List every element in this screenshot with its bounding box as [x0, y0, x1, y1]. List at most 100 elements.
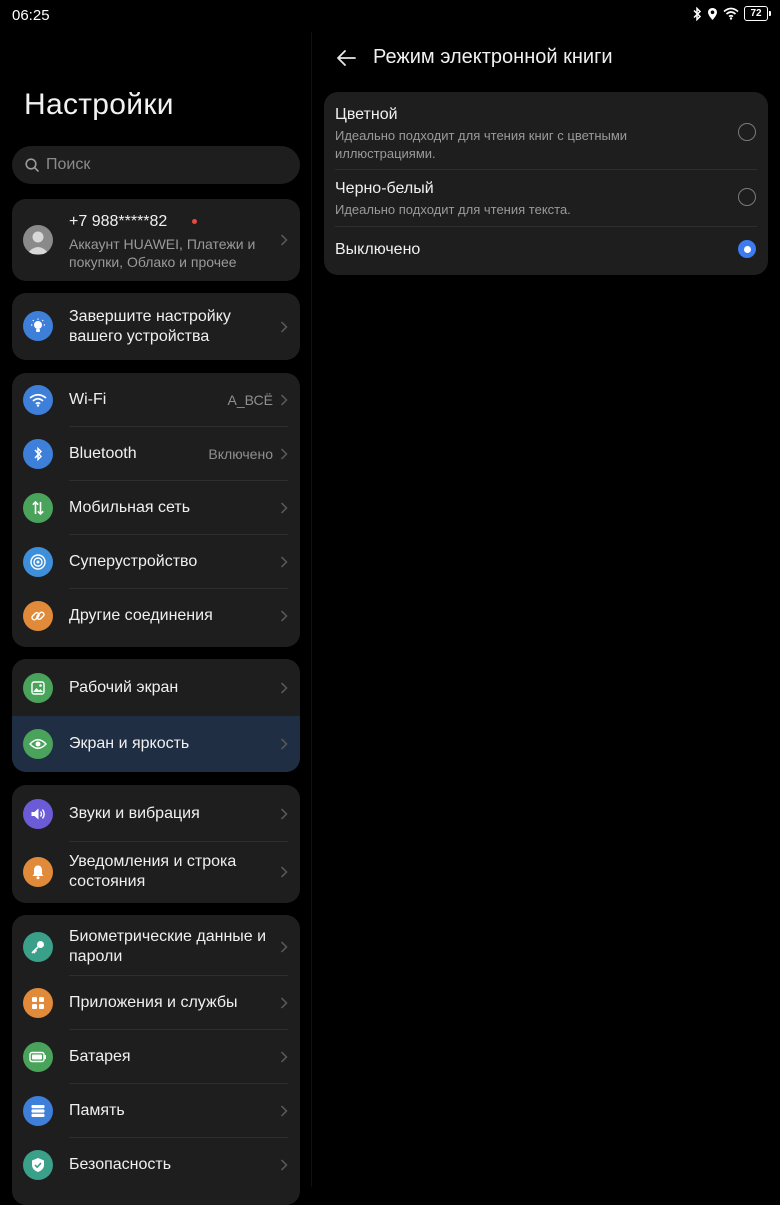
battery-icon — [23, 1042, 53, 1072]
option-off[interactable]: Выключено — [324, 227, 768, 275]
settings-item-biometrics[interactable]: Биометрические данные и пароли — [12, 915, 300, 976]
settings-item-label: Мобильная сеть — [69, 499, 191, 516]
settings-item-value: A_ВСЁ — [227, 392, 273, 408]
chevron-right-icon — [280, 556, 288, 568]
connectivity-group: Wi-Fi A_ВСЁ Bluetooth Включено Мобильная… — [12, 373, 300, 647]
lightbulb-icon — [23, 311, 53, 341]
option-title: Цветной — [335, 106, 398, 123]
settings-item-notifications[interactable]: Уведомления и строка состояния — [12, 842, 300, 903]
back-button[interactable] — [336, 44, 356, 72]
chevron-right-icon — [280, 1051, 288, 1063]
setup-label: Завершите настройку вашего устройства — [69, 308, 231, 345]
settings-item-label: Безопасность — [69, 1156, 172, 1173]
settings-item-label: Суперустройство — [69, 553, 198, 570]
storage-icon — [23, 1096, 53, 1126]
location-status-icon — [708, 7, 717, 20]
chevron-right-icon — [280, 681, 288, 694]
chevron-right-icon — [280, 997, 288, 1009]
chevron-right-icon — [280, 502, 288, 514]
account-row[interactable]: +7 988*****82 Аккаунт HUAWEI, Платежи и … — [12, 199, 300, 281]
chevron-right-icon — [280, 807, 288, 820]
option-subtitle: Идеально подходит для чтения текста. — [335, 202, 571, 217]
settings-item-wifi[interactable]: Wi-Fi A_ВСЁ — [12, 373, 300, 427]
chevron-right-icon — [280, 866, 288, 878]
settings-item-label: Звуки и вибрация — [69, 804, 200, 822]
radio-button[interactable] — [738, 123, 756, 141]
notification-dot — [192, 219, 197, 224]
settings-item-label: Батарея — [69, 1048, 131, 1065]
chevron-right-icon — [280, 1159, 288, 1171]
search-placeholder: Поиск — [46, 156, 91, 173]
settings-item-mobile-network[interactable]: Мобильная сеть — [12, 481, 300, 535]
settings-item-label: Рабочий экран — [69, 678, 179, 696]
settings-item-sounds[interactable]: Звуки и вибрация — [12, 785, 300, 842]
search-input[interactable]: Поиск — [12, 146, 300, 184]
sound-notification-group: Звуки и вибрация Уведомления и строка со… — [12, 785, 300, 903]
settings-item-label: Wi-Fi — [69, 391, 107, 408]
settings-item-label: Приложения и службы — [69, 994, 238, 1011]
settings-item-storage[interactable]: Память — [12, 1084, 300, 1138]
battery-status: 72 — [744, 6, 771, 21]
settings-item-home-screen[interactable]: Рабочий экран — [12, 659, 300, 716]
pane-divider — [311, 32, 312, 1187]
settings-item-label: Уведомления и строка состояния — [69, 853, 237, 890]
radio-button[interactable] — [738, 188, 756, 206]
speaker-icon — [23, 799, 53, 829]
option-subtitle: Идеально подходит для чтения книг с цвет… — [335, 128, 628, 161]
settings-item-label: Память — [69, 1102, 125, 1119]
settings-item-super-device[interactable]: Суперустройство — [12, 535, 300, 589]
radio-button-selected[interactable] — [738, 240, 756, 258]
option-black-white[interactable]: Черно-белый Идеально подходит для чтения… — [324, 170, 768, 226]
settings-item-bluetooth[interactable]: Bluetooth Включено — [12, 427, 300, 481]
link-icon — [23, 601, 53, 631]
settings-item-apps[interactable]: Приложения и службы — [12, 976, 300, 1030]
chevron-right-icon — [280, 321, 288, 333]
avatar — [23, 225, 53, 255]
settings-item-label: Bluetooth — [69, 445, 137, 462]
chevron-right-icon — [280, 394, 288, 406]
back-arrow-icon — [337, 50, 356, 66]
chevron-right-icon — [280, 1105, 288, 1117]
search-icon — [25, 158, 39, 172]
chevron-right-icon — [280, 738, 288, 750]
account-card[interactable]: +7 988*****82 Аккаунт HUAWEI, Платежи и … — [12, 199, 300, 281]
status-icons: 72 — [692, 6, 771, 21]
display-group: Рабочий экран Экран и яркость — [12, 659, 300, 772]
key-icon — [23, 932, 53, 962]
bell-icon — [23, 857, 53, 887]
mobile-network-icon — [23, 493, 53, 523]
settings-item-display-brightness[interactable]: Экран и яркость — [12, 716, 300, 772]
chevron-right-icon — [280, 234, 288, 246]
settings-item-label: Экран и яркость — [69, 735, 190, 752]
setup-card[interactable]: Завершите настройку вашего устройства — [12, 293, 300, 360]
wifi-status-icon — [723, 7, 739, 20]
settings-item-other-connections[interactable]: Другие соединения — [12, 589, 300, 643]
bluetooth-icon — [23, 439, 53, 469]
shield-icon — [23, 1150, 53, 1180]
account-phone: +7 988*****82 — [69, 213, 168, 230]
super-device-icon — [23, 547, 53, 577]
home-screen-icon — [23, 673, 53, 703]
account-subtitle: Аккаунт HUAWEI, Платежи и покупки, Облак… — [69, 236, 256, 270]
option-title: Выключено — [335, 241, 421, 258]
settings-item-label: Биометрические данные и пароли — [69, 928, 267, 965]
apps-icon — [23, 988, 53, 1018]
chevron-right-icon — [280, 941, 288, 953]
security-apps-group: Биометрические данные и пароли Приложени… — [12, 915, 300, 1205]
ebook-mode-options: Цветной Идеально подходит для чтения кни… — [324, 92, 768, 275]
option-color[interactable]: Цветной Идеально подходит для чтения кни… — [324, 92, 768, 169]
settings-list-pane: Настройки Поиск +7 988*****82 Аккаунт HU… — [0, 0, 311, 1205]
settings-item-label: Другие соединения — [69, 607, 213, 624]
option-title: Черно-белый — [335, 180, 434, 197]
wifi-icon — [23, 385, 53, 415]
eye-icon — [23, 729, 53, 759]
settings-item-security[interactable]: Безопасность — [12, 1138, 300, 1192]
chevron-right-icon — [280, 448, 288, 460]
settings-item-battery[interactable]: Батарея — [12, 1030, 300, 1084]
detail-page-title: Режим электронной книги — [373, 46, 613, 68]
complete-setup-row[interactable]: Завершите настройку вашего устройства — [12, 293, 300, 360]
bluetooth-status-icon — [693, 6, 702, 21]
chevron-right-icon — [280, 610, 288, 622]
settings-item-value: Включено — [208, 446, 273, 462]
page-title: Настройки — [24, 88, 174, 121]
